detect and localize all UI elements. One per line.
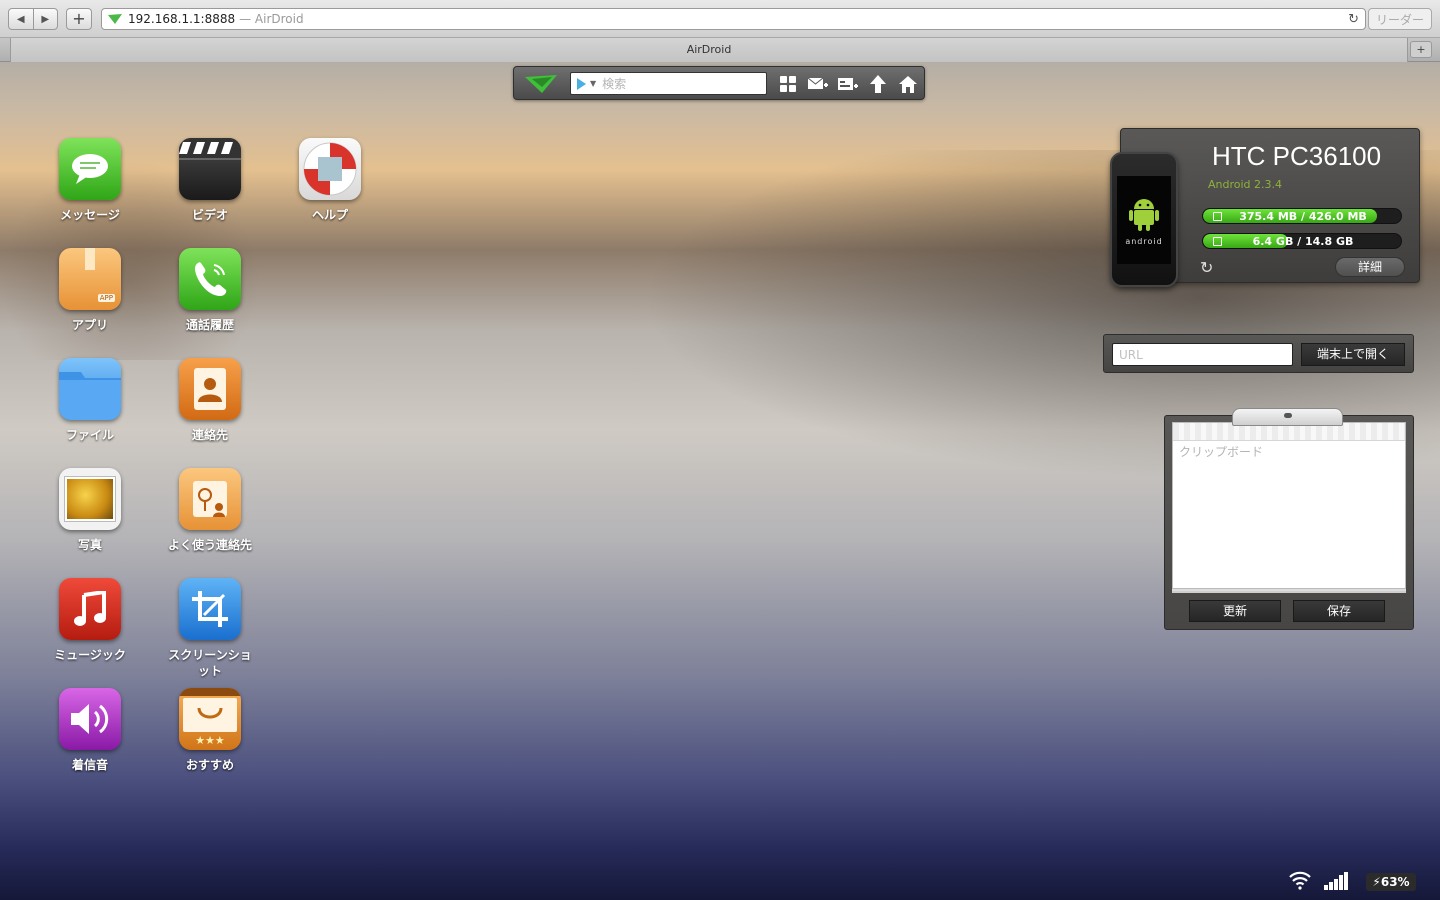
ringtone-speaker-icon bbox=[59, 688, 121, 750]
clipboard-clip-icon bbox=[1232, 408, 1343, 426]
app-ringtone[interactable]: 着信音 bbox=[45, 688, 135, 773]
clipboard-paper bbox=[1172, 422, 1406, 589]
url-open-panel: 端末上で開く bbox=[1103, 334, 1414, 373]
play-store-icon[interactable] bbox=[577, 77, 586, 90]
tab-airdroid[interactable]: AirDroid bbox=[10, 38, 1408, 62]
details-button[interactable]: 詳細 bbox=[1335, 257, 1405, 277]
app-label: スクリーンショット bbox=[168, 648, 252, 678]
app-label: 写真 bbox=[77, 538, 102, 552]
video-clapper-icon bbox=[179, 138, 241, 200]
airdroid-favicon-icon bbox=[108, 14, 122, 24]
back-button[interactable]: ◀ bbox=[9, 9, 33, 29]
app-label: 着信音 bbox=[71, 758, 108, 772]
new-tab-button[interactable]: + bbox=[1410, 41, 1432, 58]
new-message-icon[interactable] bbox=[807, 74, 829, 94]
app-screenshot[interactable]: スクリーンショット bbox=[165, 578, 255, 679]
address-field[interactable]: 192.168.1.1:8888 — AirDroid ↻ bbox=[101, 8, 1366, 30]
airdroid-logo-icon[interactable] bbox=[524, 73, 558, 95]
app-label: アプリ bbox=[71, 318, 108, 332]
storage-text: 6.4 GB / 14.8 GB bbox=[1252, 235, 1354, 248]
device-name: HTC PC36100 bbox=[1212, 141, 1382, 171]
memory-bar: 375.4 MB / 426.0 MB bbox=[1202, 208, 1402, 224]
clipboard-textarea[interactable] bbox=[1177, 441, 1401, 585]
app-contacts[interactable]: 連絡先 bbox=[165, 358, 255, 443]
add-contact-icon[interactable] bbox=[837, 74, 859, 94]
open-on-device-button[interactable]: 端末上で開く bbox=[1301, 343, 1405, 366]
battery-level: 63% bbox=[1380, 875, 1410, 889]
url-input[interactable] bbox=[1112, 343, 1293, 366]
app-photos[interactable]: 写真 bbox=[45, 468, 135, 553]
app-label: 連絡先 bbox=[191, 428, 228, 442]
app-label: ヘルプ bbox=[311, 208, 348, 222]
messages-icon bbox=[59, 138, 121, 200]
app-label: おすすめ bbox=[185, 758, 234, 772]
screenshot-crop-icon bbox=[179, 578, 241, 640]
chevron-down-icon[interactable]: ▼ bbox=[590, 79, 596, 88]
tab-bar: AirDroid + bbox=[0, 38, 1440, 62]
address-text: 192.168.1.1:8888 bbox=[128, 12, 236, 26]
music-icon bbox=[59, 578, 121, 640]
phone-brand-text: android bbox=[1125, 236, 1163, 246]
charging-icon: ⚡ bbox=[1372, 875, 1381, 889]
app-label: ビデオ bbox=[191, 208, 228, 222]
photo-icon bbox=[59, 468, 121, 530]
app-label: ミュージック bbox=[54, 648, 126, 662]
folder-icon bbox=[59, 358, 121, 420]
storage-bar: 6.4 GB / 14.8 GB bbox=[1202, 233, 1402, 249]
upload-icon[interactable] bbox=[867, 74, 889, 94]
favorite-contacts-icon bbox=[179, 468, 241, 530]
app-music[interactable]: ミュージック bbox=[45, 578, 135, 663]
refresh-icon[interactable]: ↻ bbox=[1200, 258, 1213, 277]
app-video[interactable]: ビデオ bbox=[165, 138, 255, 223]
svg-text:★★★: ★★★ bbox=[195, 734, 225, 747]
app-label: よく使う連絡先 bbox=[167, 538, 252, 552]
device-phone-image: android bbox=[1110, 152, 1178, 287]
app-favorite-contacts[interactable]: よく使う連絡先 bbox=[165, 468, 255, 553]
search-input[interactable] bbox=[602, 76, 743, 91]
device-os-version: Android 2.3.4 bbox=[1208, 178, 1283, 191]
clipboard-refresh-button[interactable]: 更新 bbox=[1189, 600, 1281, 622]
home-icon[interactable] bbox=[897, 74, 919, 94]
forward-button[interactable]: ▶ bbox=[32, 9, 58, 29]
app-apps[interactable]: APP アプリ bbox=[45, 248, 135, 333]
contacts-icon bbox=[179, 358, 241, 420]
wifi-icon bbox=[1289, 871, 1311, 890]
android-robot-icon bbox=[1129, 198, 1159, 231]
reader-button[interactable]: リーダー bbox=[1368, 8, 1432, 30]
app-label: ファイル bbox=[65, 428, 114, 442]
app-call-log[interactable]: 通話履歴 bbox=[165, 248, 255, 333]
search-box: ▼ bbox=[570, 72, 767, 95]
add-bookmark-button[interactable]: + bbox=[66, 8, 92, 30]
app-label: 通話履歴 bbox=[185, 318, 234, 332]
browser-toolbar: ◀ ▶ + 192.168.1.1:8888 — AirDroid ↻ リーダー bbox=[0, 0, 1440, 38]
reload-icon[interactable]: ↻ bbox=[1348, 12, 1359, 27]
app-files[interactable]: ファイル bbox=[45, 358, 135, 443]
lifebuoy-icon bbox=[299, 138, 361, 200]
app-box-icon: APP bbox=[59, 248, 121, 310]
recommended-bag-icon: ★★★ bbox=[179, 688, 241, 750]
app-recommended[interactable]: ★★★ おすすめ bbox=[165, 688, 255, 773]
page-title-suffix: — AirDroid bbox=[239, 12, 304, 26]
battery-indicator: ⚡63% bbox=[1366, 873, 1416, 891]
app-messages[interactable]: メッセージ bbox=[45, 138, 135, 223]
app-help[interactable]: ヘルプ bbox=[285, 138, 375, 223]
apps-grid-icon[interactable] bbox=[777, 74, 799, 94]
app-label: メッセージ bbox=[60, 208, 120, 222]
airdroid-toolbar: ▼ bbox=[513, 66, 925, 100]
clipboard-save-button[interactable]: 保存 bbox=[1293, 600, 1385, 622]
history-nav: ◀ ▶ bbox=[8, 8, 58, 30]
phone-icon bbox=[179, 248, 241, 310]
memory-text: 375.4 MB / 426.0 MB bbox=[1239, 210, 1367, 223]
signal-strength-icon bbox=[1324, 872, 1348, 890]
